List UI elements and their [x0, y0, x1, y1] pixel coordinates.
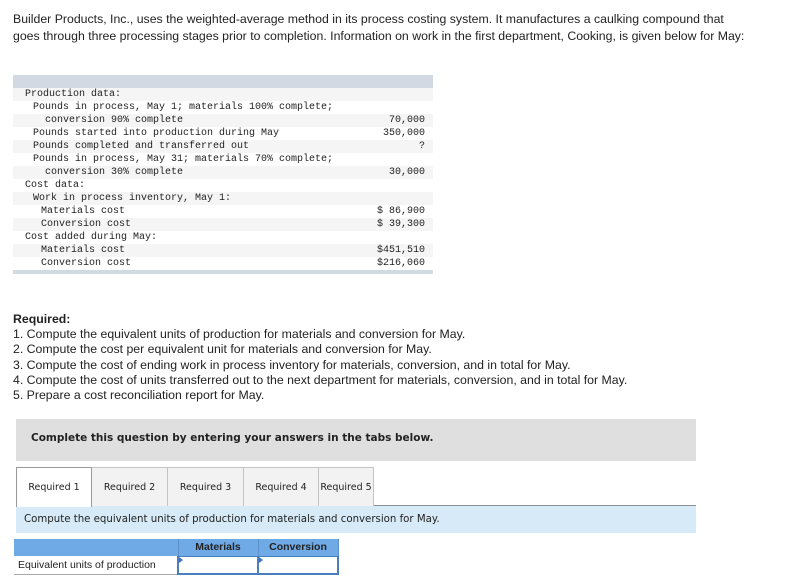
- table-row: Work in process inventory, May 1:: [13, 192, 433, 205]
- header-conversion: Conversion: [258, 539, 339, 556]
- input-marker-icon: [259, 556, 263, 563]
- tab-required-3[interactable]: Required 3: [167, 467, 244, 506]
- row-value: $451,510: [376, 245, 425, 256]
- row-value: 30,000: [388, 167, 425, 178]
- row-label: Conversion cost: [41, 219, 132, 230]
- answer-row: Equivalent units of production: [14, 555, 339, 575]
- row-label: Conversion cost: [41, 258, 132, 269]
- row-value: 70,000: [388, 115, 425, 126]
- table-row: Cost data:: [13, 179, 433, 192]
- required-item: 5. Prepare a cost reconciliation report …: [13, 388, 265, 403]
- required-title: Required:: [13, 312, 71, 326]
- row-label: conversion 30% complete: [45, 167, 184, 178]
- row-value: $216,060: [376, 258, 425, 269]
- required-item: 4. Compute the cost of units transferred…: [13, 372, 628, 387]
- table-row: Pounds started into production during Ma…: [13, 127, 433, 140]
- row-value: 350,000: [382, 128, 425, 139]
- problem-intro: Builder Products, Inc., uses the weighte…: [13, 12, 745, 43]
- header-materials: Materials: [178, 539, 259, 556]
- required-item: 3. Compute the cost of ending work in pr…: [13, 357, 571, 372]
- row-label: Materials cost: [41, 245, 126, 256]
- table-row: Pounds completed and transferred out?: [13, 140, 433, 153]
- production-cost-data-table: Production data: Pounds in process, May 1…: [13, 75, 433, 274]
- materials-input[interactable]: [179, 556, 257, 573]
- table-row: Pounds in process, May 1; materials 100%…: [13, 101, 433, 114]
- table-row: conversion 90% complete 70,000: [13, 114, 433, 127]
- row-label: Cost added during May:: [25, 232, 158, 243]
- row-label: Pounds in process, May 31; materials 70%…: [33, 154, 334, 165]
- required-section: Required: 1. Compute the equivalent unit…: [13, 312, 713, 403]
- row-value: ?: [418, 141, 425, 152]
- row-label: Work in process inventory, May 1:: [33, 193, 232, 204]
- row-label: Production data:: [25, 89, 122, 100]
- table-row: Pounds in process, May 31; materials 70%…: [13, 153, 433, 166]
- tab-required-5[interactable]: Required 5: [318, 467, 374, 506]
- header-blank: [14, 539, 179, 556]
- input-marker-icon: [179, 556, 183, 563]
- required-item: 2. Compute the cost per equivalent unit …: [13, 342, 432, 357]
- table-row: Conversion cost $216,060: [13, 257, 433, 270]
- tab-required-4[interactable]: Required 4: [243, 467, 319, 506]
- required-item: 1. Compute the equivalent units of produ…: [13, 327, 466, 342]
- instruction-banner: Complete this question by entering your …: [16, 419, 696, 461]
- tab-prompt: Compute the equivalent units of producti…: [16, 506, 696, 533]
- conversion-input[interactable]: [259, 556, 337, 573]
- row-label: Materials cost: [41, 206, 126, 217]
- row-label: Pounds completed and transferred out: [33, 141, 250, 152]
- data-rows: Production data: Pounds in process, May 1…: [13, 88, 433, 270]
- tab-bar: Required 1 Required 2 Required 3 Require…: [16, 467, 696, 507]
- table-row: Production data:: [13, 88, 433, 101]
- materials-cell: [177, 555, 259, 575]
- row-label: Pounds started into production during Ma…: [33, 128, 280, 139]
- row-label: conversion 90% complete: [45, 115, 184, 126]
- answer-table: Materials Conversion Equivalent units of…: [14, 539, 339, 575]
- row-value: $ 86,900: [376, 206, 425, 217]
- table-top-band: [13, 75, 433, 88]
- tab-required-1[interactable]: Required 1: [16, 467, 92, 507]
- table-row: Conversion cost $ 39,300: [13, 218, 433, 231]
- row-label: Cost data:: [25, 180, 86, 191]
- table-row: conversion 30% complete 30,000: [13, 166, 433, 179]
- table-row: Materials cost $451,510: [13, 244, 433, 257]
- table-bottom-band: [13, 270, 433, 274]
- tab-required-2[interactable]: Required 2: [91, 467, 168, 506]
- row-value: $ 39,300: [376, 219, 425, 230]
- row-label: Equivalent units of production: [14, 556, 178, 575]
- conversion-cell: [257, 555, 339, 575]
- row-label: Pounds in process, May 1; materials 100%…: [33, 102, 334, 113]
- table-row: Materials cost $ 86,900: [13, 205, 433, 218]
- answer-header-row: Materials Conversion: [14, 539, 339, 556]
- table-row: Cost added during May:: [13, 231, 433, 244]
